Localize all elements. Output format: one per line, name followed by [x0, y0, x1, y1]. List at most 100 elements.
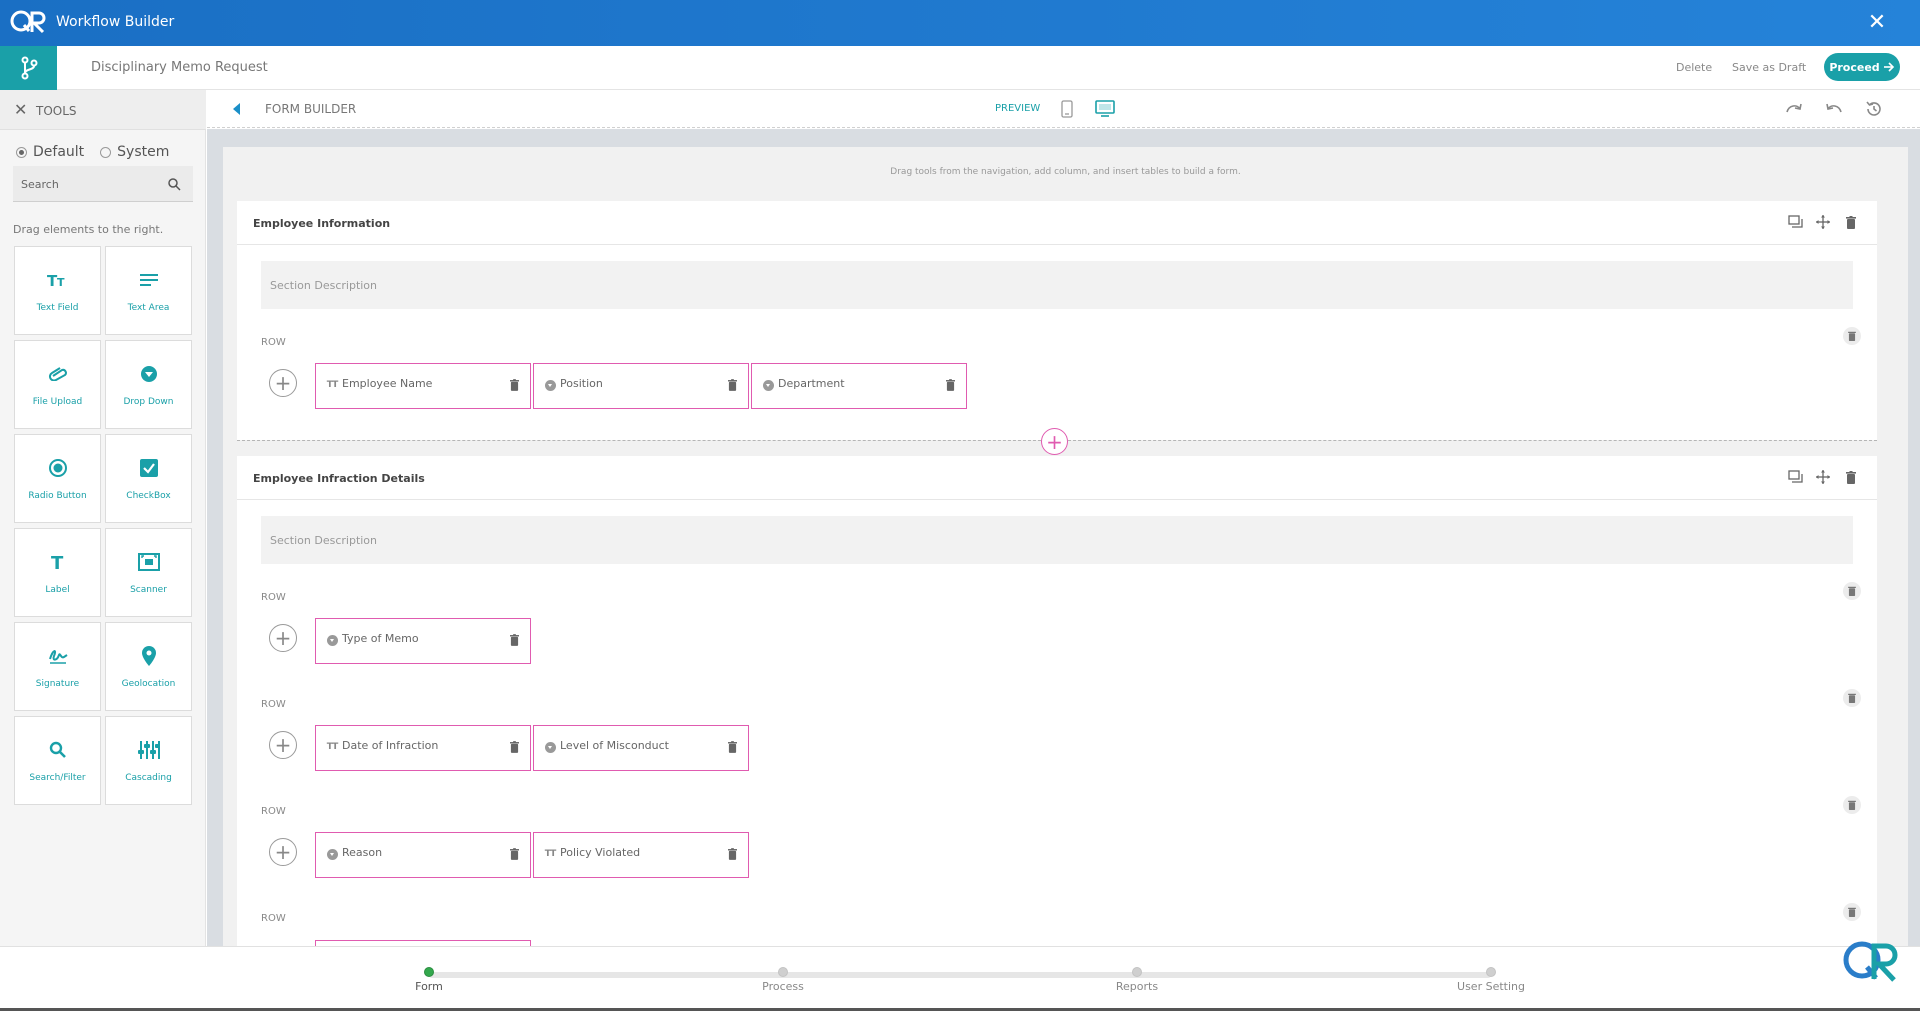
svg-text:T: T	[57, 276, 65, 288]
delete-field-icon[interactable]	[510, 741, 519, 753]
delete-field-icon[interactable]	[728, 848, 737, 860]
section-description[interactable]: Section Description	[261, 516, 1853, 564]
back-arrow-icon[interactable]	[233, 103, 240, 115]
tool-radio-button[interactable]: Radio Button	[14, 434, 101, 523]
row-label: ROW	[261, 913, 286, 924]
field-policy-violated[interactable]: TT Policy Violated	[533, 832, 749, 878]
field-type-of-memo[interactable]: Type of Memo	[315, 618, 531, 664]
text-field-icon: TT	[326, 742, 338, 752]
step-process[interactable]: Process	[723, 967, 843, 993]
add-section-button[interactable]: +	[1041, 428, 1068, 455]
redo-icon[interactable]	[1785, 101, 1803, 115]
delete-row-icon[interactable]	[1843, 796, 1861, 814]
app-title: Workflow Builder	[56, 14, 175, 30]
field-department[interactable]: Department	[751, 363, 967, 409]
preview-button[interactable]: PREVIEW	[995, 103, 1040, 114]
delete-row-icon[interactable]	[1843, 327, 1861, 345]
text-field-icon: TT	[47, 269, 69, 291]
qr-corner-logo-icon[interactable]	[1840, 936, 1900, 986]
tool-cascading[interactable]: Cascading	[105, 716, 192, 805]
delete-field-icon[interactable]	[728, 741, 737, 753]
tool-label: Scanner	[130, 584, 167, 595]
tools-title: TOOLS	[36, 104, 77, 118]
proceed-label: Proceed	[1829, 60, 1880, 74]
tool-drop-down[interactable]: Drop Down	[105, 340, 192, 429]
delete-row-icon[interactable]	[1843, 903, 1861, 921]
text-area-icon	[138, 269, 160, 291]
title-bar: Workflow Builder ✕	[0, 0, 1920, 46]
tool-label-element[interactable]: T Label	[14, 528, 101, 617]
delete-section-icon[interactable]	[1843, 214, 1859, 230]
close-icon[interactable]: ✕	[1866, 12, 1888, 34]
step-user-setting[interactable]: User Setting	[1431, 967, 1551, 993]
tool-label: Drop Down	[123, 396, 174, 407]
field-date-of-infraction[interactable]: TT Date of Infraction	[315, 725, 531, 771]
field-label: Date of Infraction	[342, 739, 439, 752]
field-level-of-misconduct[interactable]: Level of Misconduct	[533, 725, 749, 771]
form-builder-title: FORM BUILDER	[265, 102, 357, 116]
delete-row-icon[interactable]	[1843, 582, 1861, 600]
row-label: ROW	[261, 806, 286, 817]
delete-section-icon[interactable]	[1843, 469, 1859, 485]
delete-field-icon[interactable]	[728, 379, 737, 391]
duplicate-section-icon[interactable]	[1787, 469, 1803, 485]
save-as-draft-button[interactable]: Save as Draft	[1732, 61, 1806, 74]
field-label: Position	[560, 377, 603, 390]
duplicate-section-icon[interactable]	[1787, 214, 1803, 230]
location-pin-icon	[138, 645, 160, 667]
close-tools-icon[interactable]: ✕	[14, 102, 27, 118]
section-tools	[1787, 214, 1859, 230]
delete-row-icon[interactable]	[1843, 689, 1861, 707]
tool-geolocation[interactable]: Geolocation	[105, 622, 192, 711]
dropdown-icon	[544, 741, 556, 753]
mobile-device-icon[interactable]	[1061, 100, 1073, 118]
section-description[interactable]: Section Description	[261, 261, 1853, 309]
signature-icon	[47, 645, 69, 667]
tool-file-upload[interactable]: File Upload	[14, 340, 101, 429]
add-column-button[interactable]: +	[269, 731, 297, 759]
search-icon[interactable]	[167, 177, 181, 191]
step-dot	[424, 967, 434, 977]
field-reason[interactable]: Reason	[315, 832, 531, 878]
section-title: Employee Infraction Details	[253, 472, 425, 485]
step-form[interactable]: Form	[369, 967, 489, 993]
add-column-button[interactable]: +	[269, 838, 297, 866]
history-icon[interactable]	[1865, 100, 1883, 118]
delete-field-icon[interactable]	[510, 634, 519, 646]
step-label: Process	[762, 980, 804, 993]
add-column-button[interactable]: +	[269, 369, 297, 397]
proceed-button[interactable]: Proceed	[1824, 53, 1900, 81]
tools-search-input[interactable]	[21, 176, 161, 192]
tool-search-filter[interactable]: Search/Filter	[14, 716, 101, 805]
field-position[interactable]: Position	[533, 363, 749, 409]
section-description-placeholder: Section Description	[270, 279, 378, 292]
tool-text-area[interactable]: Text Area	[105, 246, 192, 335]
add-column-button[interactable]: +	[269, 624, 297, 652]
delete-field-icon[interactable]	[510, 848, 519, 860]
desktop-device-icon[interactable]	[1095, 100, 1115, 118]
scanner-icon	[137, 551, 160, 573]
move-section-icon[interactable]	[1815, 214, 1831, 230]
default-radio[interactable]	[16, 146, 27, 158]
step-reports[interactable]: Reports	[1077, 967, 1197, 993]
undo-icon[interactable]	[1825, 101, 1843, 115]
tool-label: Geolocation	[121, 678, 176, 689]
delete-button[interactable]: Delete	[1676, 61, 1712, 74]
tool-text-field[interactable]: TT Text Field	[14, 246, 101, 335]
field-employee-name[interactable]: TT Employee Name	[315, 363, 531, 409]
delete-field-icon[interactable]	[510, 379, 519, 391]
step-dot	[778, 967, 788, 977]
delete-field-icon[interactable]	[946, 379, 955, 391]
tool-signature[interactable]: Signature	[14, 622, 101, 711]
step-label: Form	[415, 980, 443, 993]
tool-checkbox[interactable]: CheckBox	[105, 434, 192, 523]
workflow-branch-button[interactable]	[0, 46, 57, 90]
radio-button-icon	[47, 457, 69, 479]
row-label: ROW	[261, 699, 286, 710]
section-employee-infraction-details: Employee Infraction Details Section Desc…	[237, 456, 1877, 946]
move-section-icon[interactable]	[1815, 469, 1831, 485]
system-radio[interactable]	[100, 146, 112, 158]
tools-search-box	[13, 166, 193, 202]
tool-scanner[interactable]: Scanner	[105, 528, 192, 617]
row-label: ROW	[261, 337, 286, 348]
